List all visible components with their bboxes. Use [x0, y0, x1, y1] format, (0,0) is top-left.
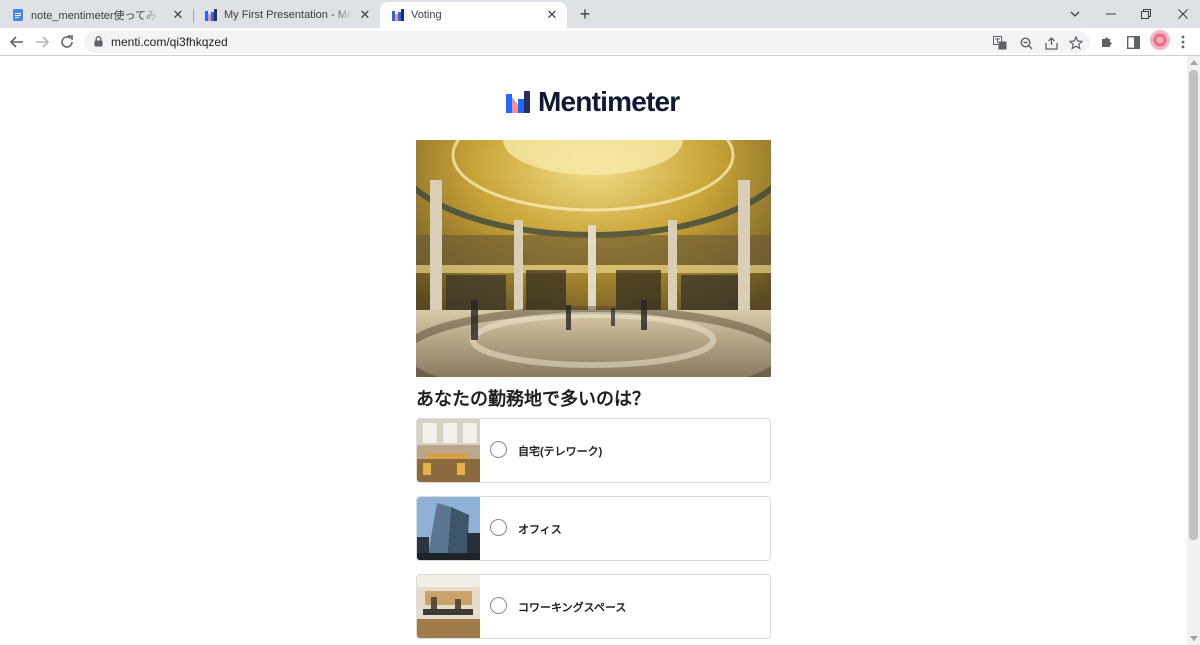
translate-button[interactable] [992, 35, 1008, 51]
tab-strip: note_mentimeter使ってみた - Goo ✕ My First Pr… [0, 0, 1200, 28]
share-icon [1044, 36, 1058, 50]
minimize-icon [1106, 13, 1116, 15]
office-building-photo [417, 497, 480, 560]
back-button[interactable] [7, 32, 27, 52]
arrow-left-icon [10, 36, 23, 48]
google-docs-icon [13, 9, 23, 21]
kebab-menu-icon [1181, 35, 1185, 49]
forward-button[interactable] [32, 32, 52, 52]
mentimeter-logo-mark [506, 91, 530, 113]
page-scrollbar[interactable] [1187, 56, 1200, 645]
mentimeter-icon [205, 9, 217, 21]
mentimeter-logo: Mentimeter [506, 86, 680, 118]
restore-button[interactable] [1129, 0, 1163, 28]
menu-button[interactable] [1174, 33, 1192, 51]
star-icon [1069, 36, 1083, 50]
chevron-down-icon [1070, 11, 1080, 17]
side-panel-icon [1126, 35, 1140, 49]
mentimeter-icon [392, 9, 404, 21]
bookmark-button[interactable] [1068, 35, 1084, 51]
reload-icon [61, 35, 73, 48]
radio-button[interactable] [490, 597, 507, 614]
minimize-button[interactable] [1094, 0, 1128, 28]
tab-voting[interactable]: Voting ✕ [380, 2, 567, 28]
url-text: menti.com/qi3fhkqzed [111, 35, 228, 49]
tab-title: note_mentimeter使ってみた - Goo [31, 10, 159, 22]
tab-title: My First Presentation - Mentimet [224, 9, 352, 21]
restore-icon [1141, 9, 1151, 19]
tab-title: Voting [411, 9, 442, 21]
translate-icon [993, 36, 1007, 50]
scroll-up-arrow-icon[interactable] [1190, 60, 1198, 65]
close-window-button[interactable] [1166, 0, 1200, 28]
tab-note-doc[interactable]: note_mentimeter使ってみた - Goo ✕ [0, 2, 193, 28]
puzzle-icon [1102, 37, 1112, 47]
scrollbar-thumb[interactable] [1189, 70, 1198, 540]
close-tab-icon[interactable]: ✕ [358, 7, 372, 22]
home-office-photo [417, 419, 480, 482]
tab-presentation[interactable]: My First Presentation - Mentimet ✕ [193, 2, 380, 28]
question-image [416, 140, 771, 377]
radio-button[interactable] [490, 441, 507, 458]
question-text: あなたの勤務地で多いのは？ [416, 389, 650, 409]
arrow-right-icon [36, 36, 49, 48]
zoom-button[interactable] [1018, 35, 1034, 51]
extensions-button[interactable] [1098, 33, 1116, 51]
option-label: コワーキングスペース [518, 602, 627, 614]
scroll-down-arrow-icon[interactable] [1190, 636, 1198, 641]
page-viewport: Mentimeter あなたの勤務地で多いのは？ 自宅(テレワーク) オフィス … [0, 56, 1187, 645]
option-label: オフィス [518, 524, 562, 536]
zoom-icon [1019, 36, 1032, 49]
option-card[interactable]: コワーキングスペース [416, 574, 771, 639]
close-tab-icon[interactable]: ✕ [171, 7, 185, 22]
tab-search-button[interactable] [1058, 0, 1092, 28]
logo-text: Mentimeter [538, 86, 680, 117]
lock-icon [94, 36, 103, 47]
station-hall-photo [416, 140, 771, 377]
profile-avatar[interactable] [1150, 30, 1170, 50]
close-icon [1178, 9, 1188, 19]
close-tab-icon[interactable]: ✕ [545, 7, 559, 22]
option-card[interactable]: 自宅(テレワーク) [416, 418, 771, 483]
share-button[interactable] [1043, 35, 1059, 51]
browser-toolbar: menti.com/qi3fhkqzed [0, 28, 1200, 56]
side-panel-button[interactable] [1124, 33, 1142, 51]
coworking-photo [417, 575, 480, 638]
option-label: 自宅(テレワーク) [518, 446, 603, 458]
address-bar[interactable]: menti.com/qi3fhkqzed [84, 31, 1090, 53]
new-tab-button[interactable]: + [576, 5, 594, 23]
option-card[interactable]: オフィス [416, 496, 771, 561]
reload-button[interactable] [57, 32, 77, 52]
avatar-icon [1150, 30, 1170, 50]
radio-button[interactable] [490, 519, 507, 536]
